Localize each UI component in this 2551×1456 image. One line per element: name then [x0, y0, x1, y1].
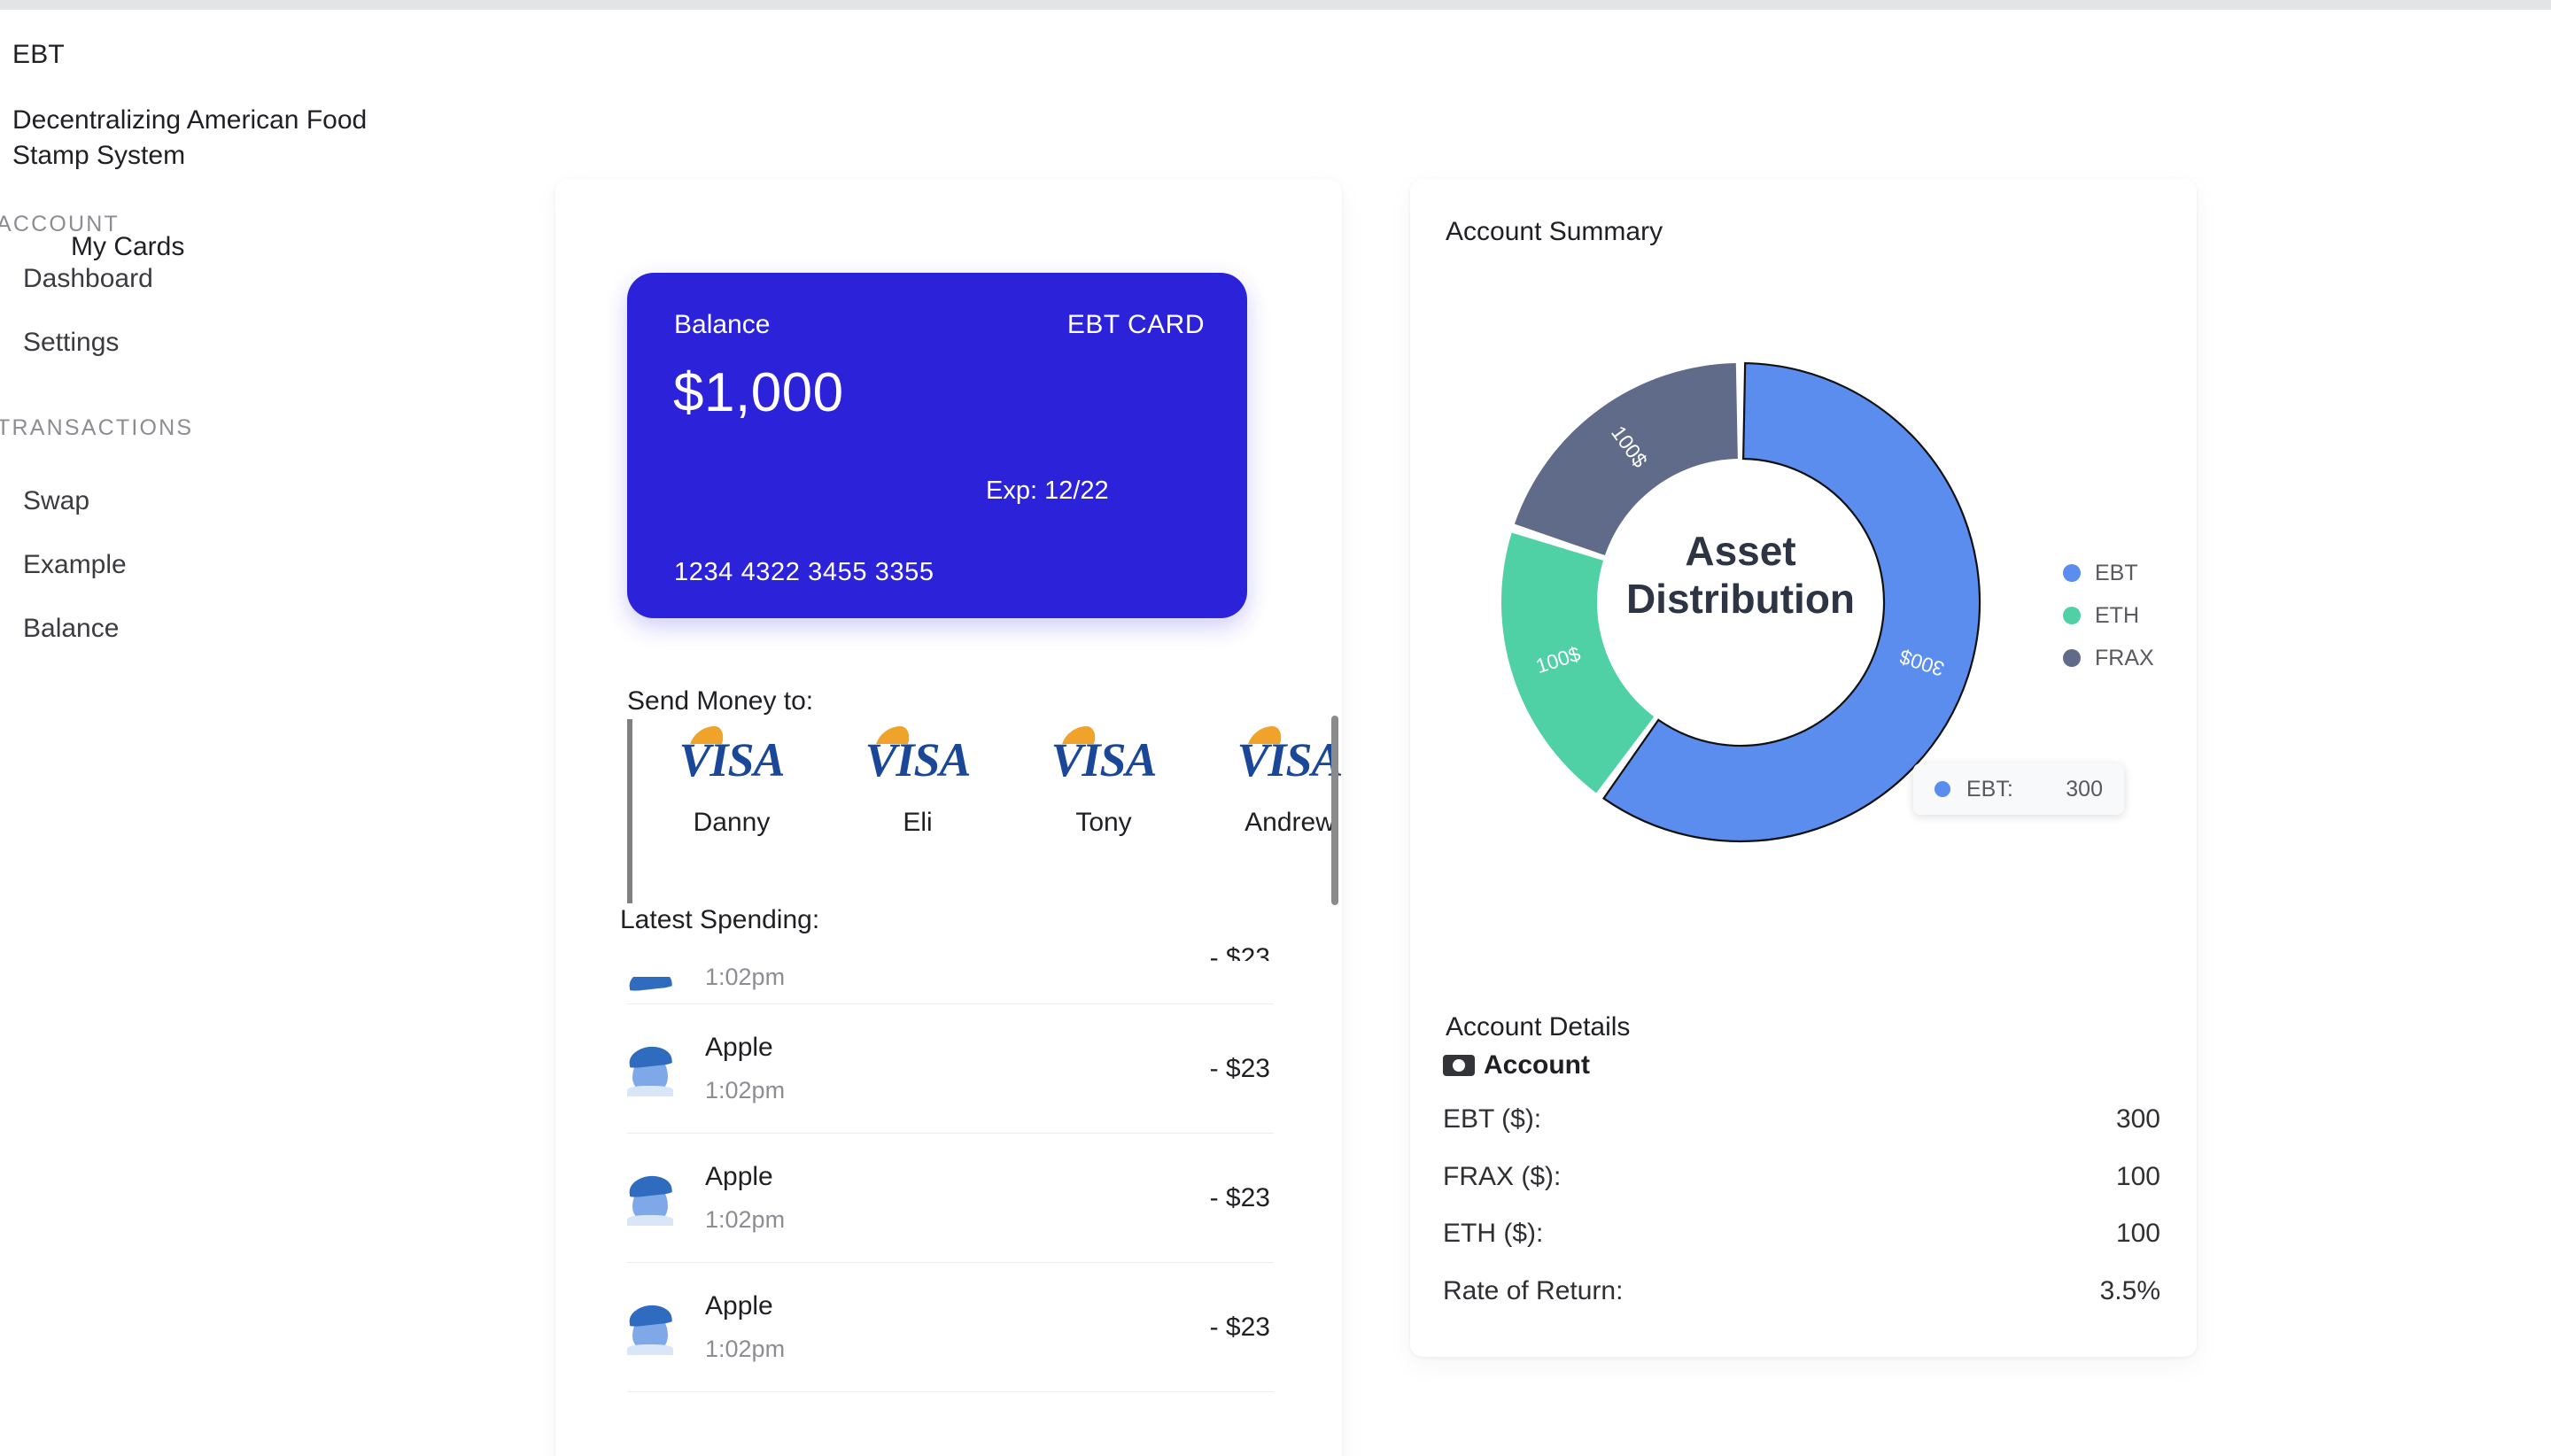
detail-key: Rate of Return: [1443, 1276, 1624, 1305]
legend-item-ebt[interactable]: EBT [2063, 552, 2196, 594]
detail-row-rate-of-return: Rate of Return: 3.5% [1443, 1276, 2160, 1306]
sidebar-item-example[interactable]: Example [23, 552, 127, 578]
detail-key: FRAX ($): [1443, 1162, 1562, 1191]
card-balance-amount: $1,000 [673, 362, 844, 423]
asset-distribution-donut-chart[interactable]: 300$ 100$ 100$ [1431, 292, 2051, 912]
ebt-credit-card[interactable]: Balance EBT CARD $1,000 Exp: 12/22 1234 … [627, 273, 1247, 618]
visa-icon: VISA [1038, 719, 1169, 801]
app-brand: EBT [12, 40, 65, 69]
contact-danny[interactable]: VISA Danny [666, 719, 797, 838]
card-brand-label: EBT CARD [1066, 310, 1205, 339]
table-row[interactable]: Apple 1:02pm - $23 [627, 1134, 1274, 1263]
contacts-scrollbar-thumb[interactable] [1331, 716, 1338, 905]
send-money-contacts-strip[interactable]: VISA Danny VISA Eli VISA Tony VISA Andre… [627, 719, 1344, 907]
txn-time: 1:02pm [705, 1336, 786, 1362]
txn-texts: Apple 1:02pm [705, 1033, 1210, 1104]
latest-spending-list[interactable]: 1:02pm - $23 Apple 1:02pm - $23 Apple 1:… [627, 910, 1274, 1406]
avatar-shirt [627, 1214, 673, 1226]
donut-svg: 300$100$100$ [1501, 361, 1981, 843]
send-money-title: Send Money to: [627, 686, 814, 716]
sidebar-section-transactions: TRANSACTIONS [0, 415, 194, 440]
legend-dot-icon [2063, 564, 2081, 582]
avatar-hair [627, 977, 673, 992]
contacts-list: VISA Danny VISA Eli VISA Tony VISA Andre… [666, 719, 1355, 838]
txn-merchant: Apple [705, 1291, 773, 1320]
strip-rail [627, 719, 632, 907]
legend-label: ETH [2095, 602, 2139, 628]
avatar [627, 1171, 673, 1226]
txn-amount: - $23 [1209, 1312, 1270, 1342]
tooltip-label: EBT: [1966, 776, 2013, 802]
sidebar-item-swap[interactable]: Swap [23, 488, 89, 515]
txn-texts: Apple 1:02pm [705, 1162, 1210, 1234]
contact-eli[interactable]: VISA Eli [852, 719, 983, 838]
txn-time: 1:02pm [705, 964, 786, 990]
sidebar: EBT Decentralizing American Food Stamp S… [0, 10, 496, 1456]
detail-key: ETH ($): [1443, 1219, 1544, 1248]
txn-time: 1:02pm [705, 1206, 786, 1233]
detail-value: 100 [2115, 1162, 2160, 1191]
table-row[interactable]: Apple 1:02pm - $23 [627, 1004, 1274, 1134]
txn-time: 1:02pm [705, 1077, 786, 1104]
visa-icon: VISA [852, 719, 983, 801]
contact-tony[interactable]: VISA Tony [1038, 719, 1169, 838]
avatar [627, 1042, 673, 1096]
detail-row-frax: FRAX ($): 100 [1443, 1162, 2160, 1192]
table-row[interactable]: Apple 1:02pm - $23 [627, 1263, 1274, 1392]
chart-tooltip: EBT: 300 [1913, 763, 2124, 815]
chart-legend: EBT ETH FRAX [2063, 552, 2196, 679]
contact-name: Danny [693, 808, 771, 837]
account-summary-title: Account Summary [1446, 217, 1663, 246]
legend-label: FRAX [2095, 645, 2154, 670]
sidebar-item-dashboard[interactable]: Dashboard [23, 266, 153, 292]
avatar-shirt [627, 1085, 673, 1096]
avatar-shirt [627, 1344, 673, 1355]
txn-texts: Apple 1:02pm [705, 1291, 1210, 1363]
tooltip-value: 300 [2066, 776, 2103, 802]
txn-merchant: Apple [705, 1033, 773, 1062]
detail-row-ebt: EBT ($): 300 [1443, 1104, 2160, 1135]
txn-amount: - $23 [1209, 1182, 1270, 1212]
avatar-hair [627, 1173, 673, 1197]
app-root: EBT Decentralizing American Food Stamp S… [0, 0, 2551, 1456]
txn-amount: - $23 [1209, 1053, 1270, 1083]
txn-texts: 1:02pm [705, 964, 1210, 1003]
detail-value: 100 [2115, 1219, 2160, 1248]
card-number: 1234 4322 3455 3355 [674, 558, 934, 586]
app-tagline: Decentralizing American Food Stamp Syste… [12, 105, 368, 170]
legend-dot-icon [2063, 607, 2081, 624]
detail-value: 300 [2115, 1104, 2160, 1134]
sidebar-item-settings[interactable]: Settings [23, 329, 119, 356]
latest-spending-title: Latest Spending: [620, 903, 826, 937]
avatar [627, 977, 673, 1003]
sidebar-item-balance[interactable]: Balance [23, 616, 119, 642]
my-cards-title: My Cards [71, 232, 185, 261]
txn-merchant: Apple [705, 1162, 773, 1191]
avatar [627, 1300, 673, 1355]
avatar-hair [627, 1044, 673, 1068]
visa-icon: VISA [666, 719, 797, 801]
detail-row-eth: ETH ($): 100 [1443, 1219, 2160, 1249]
card-balance-label: Balance [674, 310, 771, 339]
avatar-hair [627, 1303, 673, 1327]
detail-value: 3.5% [2099, 1276, 2160, 1305]
legend-item-eth[interactable]: ETH [2063, 594, 2196, 637]
txn-amount: - $23 [1209, 943, 1270, 961]
detail-key: EBT ($): [1443, 1104, 1542, 1134]
legend-item-frax[interactable]: FRAX [2063, 637, 2196, 679]
contact-name: Tony [1075, 808, 1132, 837]
table-row[interactable]: Apple $23 [627, 1392, 1274, 1406]
money-icon [1443, 1055, 1475, 1076]
tooltip-dot-icon [1935, 781, 1950, 797]
top-bar [0, 0, 2551, 10]
account-details-title: Account Details [1446, 1012, 1631, 1042]
account-chip-label: Account [1484, 1050, 1590, 1080]
card-expiry: Exp: 12/22 [986, 476, 1109, 505]
legend-dot-icon [2063, 649, 2081, 667]
legend-label: EBT [2095, 560, 2138, 585]
contact-name: Eli [903, 808, 933, 837]
account-chip: Account [1443, 1050, 1590, 1080]
